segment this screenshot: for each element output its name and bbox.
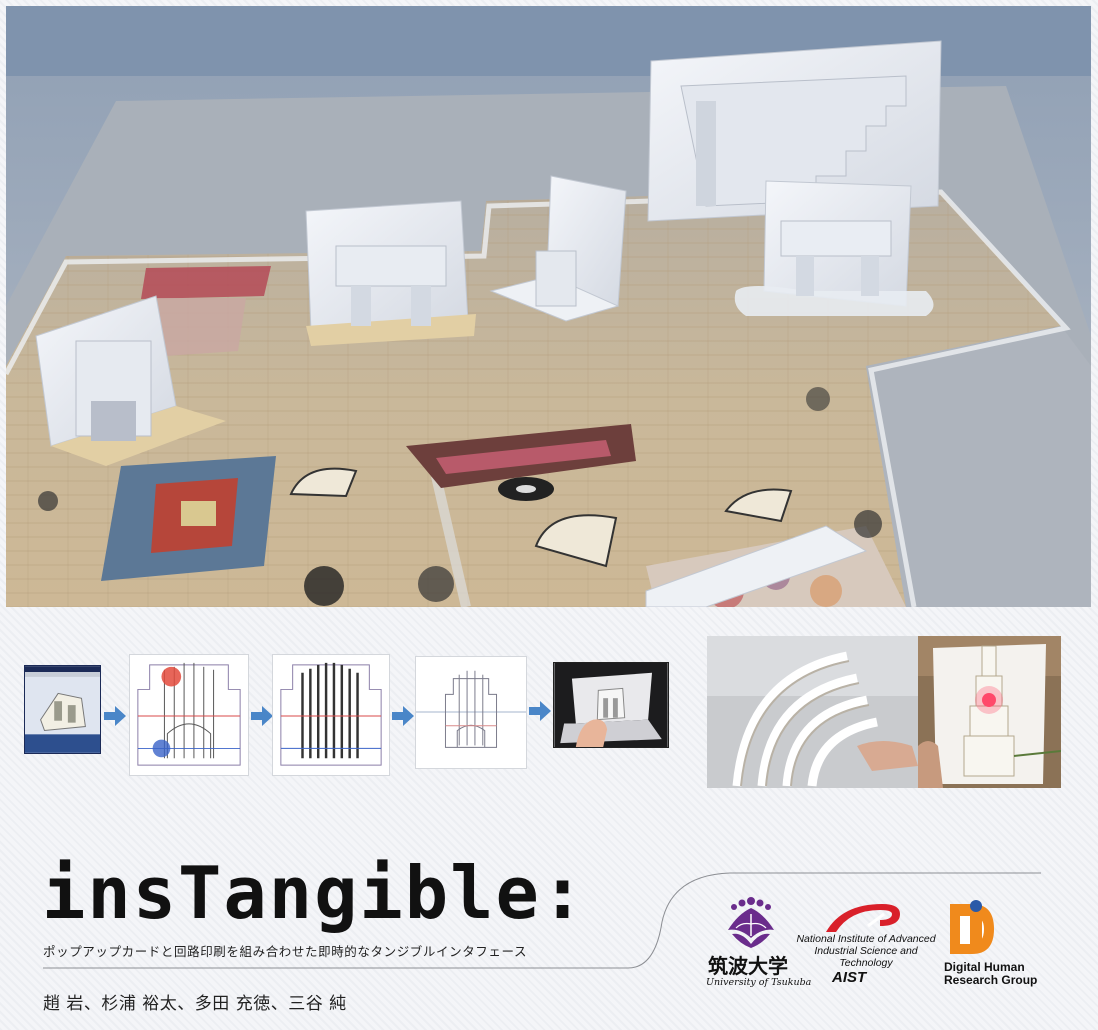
arrow-right-icon xyxy=(251,706,273,726)
aist-swoosh-icon xyxy=(826,904,900,932)
tsukuba-logo-en: University of Tsukuba xyxy=(706,977,812,988)
page-subtitle: ポップアップカードと回路印刷を組み合わせた即時的なタンジブルインタフェース xyxy=(43,944,528,959)
dhrg-logo-name: Digital Human Research Group xyxy=(944,960,1038,987)
hero-photo xyxy=(6,6,1091,607)
workflow-step-layout-drawing xyxy=(129,654,249,776)
example-photo-curved-popup xyxy=(707,636,918,788)
aist-logo-label: AIST xyxy=(832,969,867,986)
page-title: insTangible: xyxy=(42,851,587,935)
workflow-step-circuit-pattern xyxy=(272,654,390,776)
paulownia-crest-icon xyxy=(728,897,774,948)
workflow-step-folded-popup-photo xyxy=(553,662,669,748)
arrow-right-icon xyxy=(392,706,414,726)
aist-logo-name: National Institute of Advanced Industria… xyxy=(796,933,936,969)
arrow-right-icon xyxy=(529,701,551,721)
author-list: 趙 岩、杉浦 裕太、多田 充徳、三谷 純 xyxy=(43,994,347,1014)
tsukuba-logo-jp: 筑波大学 xyxy=(708,954,788,978)
example-photo-led-tower-popup xyxy=(918,636,1061,788)
workflow-step-printed-card xyxy=(415,656,527,769)
arrow-right-icon xyxy=(104,706,126,726)
digital-human-icon xyxy=(950,900,994,954)
workflow-step-modeling-screenshot xyxy=(24,665,101,754)
